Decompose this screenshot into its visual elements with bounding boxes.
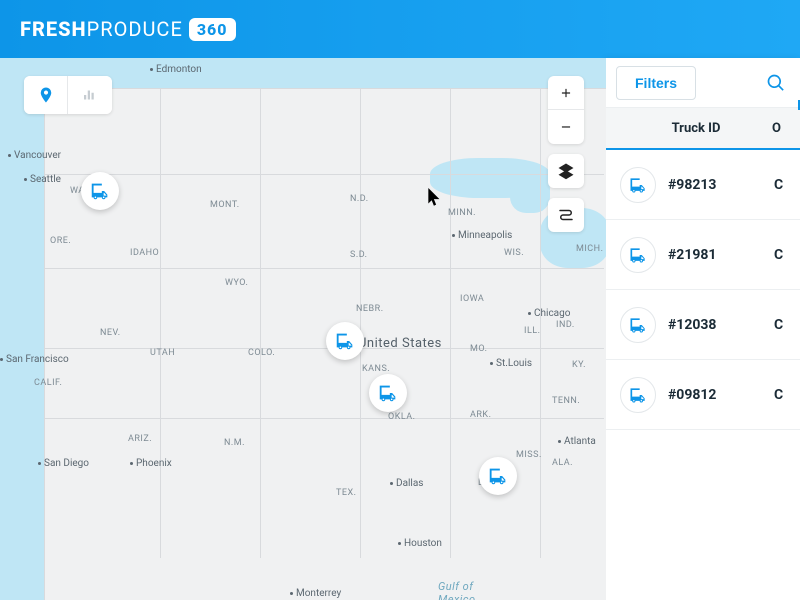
truck-icon — [628, 175, 648, 195]
filters-button[interactable]: Filters — [616, 66, 696, 100]
truck-icon-chip — [620, 307, 656, 343]
truck-marker-1[interactable] — [81, 172, 119, 210]
map-background: United States Gulf of Mexico Vancouver S… — [0, 58, 606, 600]
truck-icon — [89, 180, 111, 202]
table-header: Truck ID O — [606, 108, 800, 150]
bar-chart-icon — [81, 86, 99, 104]
side-panel: Filters Truck ID O #98213 C #21981 C — [606, 58, 800, 600]
zoom-out-button[interactable] — [548, 110, 584, 144]
truck-icon — [628, 245, 648, 265]
route-button[interactable] — [548, 198, 584, 232]
col-truck-id[interactable]: Truck ID — [620, 121, 772, 136]
table-row[interactable]: #09812 C — [606, 360, 800, 430]
truck-icon — [334, 330, 356, 352]
truck-icon — [628, 385, 648, 405]
panel-toolbar: Filters — [606, 58, 800, 108]
brand-light: PRODUCE — [87, 17, 183, 41]
truck-icon-chip — [620, 167, 656, 203]
view-map-button[interactable] — [24, 76, 68, 114]
truck-icon-chip — [620, 377, 656, 413]
minus-icon — [559, 120, 573, 134]
table-row[interactable]: #21981 C — [606, 220, 800, 290]
brand-badge: 360 — [189, 18, 236, 41]
col-other[interactable]: O — [772, 121, 786, 136]
truck-trail: C — [774, 247, 786, 263]
layers-icon — [557, 162, 575, 180]
truck-marker-4[interactable] — [479, 457, 517, 495]
table-row[interactable]: #98213 C — [606, 150, 800, 220]
map-area[interactable]: United States Gulf of Mexico Vancouver S… — [0, 58, 606, 600]
view-stats-button[interactable] — [68, 76, 112, 114]
brand-text: FRESHPRODUCE — [20, 17, 183, 41]
truck-icon — [628, 315, 648, 335]
truck-icon-chip — [620, 237, 656, 273]
app-header: FRESHPRODUCE 360 — [0, 0, 800, 58]
truck-trail: C — [774, 387, 786, 403]
truck-trail: C — [774, 317, 786, 333]
route-icon — [557, 206, 575, 224]
truck-id: #21981 — [668, 247, 762, 263]
truck-trail: C — [774, 177, 786, 193]
pin-icon — [37, 86, 55, 104]
truck-marker-3[interactable] — [369, 374, 407, 412]
truck-id: #09812 — [668, 387, 762, 403]
layers-button[interactable] — [548, 154, 584, 188]
truck-id: #98213 — [668, 177, 762, 193]
truck-marker-2[interactable] — [326, 322, 364, 360]
truck-icon — [487, 465, 509, 487]
table-row[interactable]: #12038 C — [606, 290, 800, 360]
zoom-in-button[interactable] — [548, 76, 584, 110]
truck-icon — [377, 382, 399, 404]
view-toggle — [24, 76, 112, 114]
truck-id: #12038 — [668, 317, 762, 333]
map-controls — [548, 76, 584, 232]
brand-bold: FRESH — [20, 17, 87, 41]
plus-icon — [559, 86, 573, 100]
search-button[interactable] — [766, 73, 786, 93]
brand: FRESHPRODUCE 360 — [20, 17, 236, 41]
search-icon — [766, 73, 786, 93]
